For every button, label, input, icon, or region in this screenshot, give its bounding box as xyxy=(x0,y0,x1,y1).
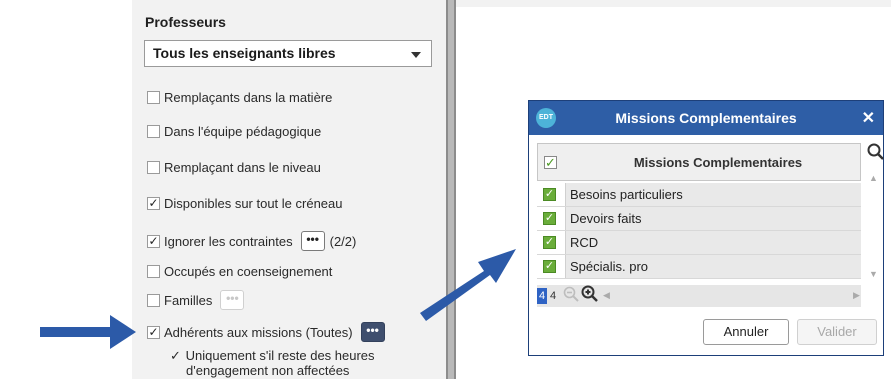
selected-count: 4 xyxy=(537,288,547,304)
option-label: Remplaçant dans le niveau xyxy=(164,159,321,175)
row-label: RCD xyxy=(565,231,861,254)
option-label: Disponibles sur tout le créneau xyxy=(164,195,343,211)
close-icon[interactable]: ✕ xyxy=(862,108,875,128)
cancel-button[interactable]: Annuler xyxy=(703,319,789,345)
option-label: Remplaçants dans la matière xyxy=(164,89,333,105)
option-disponibles-creneau[interactable]: ✓ Disponibles sur tout le créneau xyxy=(147,193,343,213)
row-checkbox[interactable]: ✓ xyxy=(543,236,556,249)
grid-header: ✓ Missions Complementaires xyxy=(537,143,861,181)
table-row[interactable]: ✓ Besoins particuliers xyxy=(537,183,861,207)
dialog-title: Missions Complementaires xyxy=(615,110,797,126)
scroll-right-icon[interactable]: ▶ xyxy=(853,290,860,301)
table-row[interactable]: ✓ Devoirs faits xyxy=(537,207,861,231)
option-remplacants-matiere[interactable]: Remplaçants dans la matière xyxy=(147,87,332,107)
option-heures-non-affectees[interactable]: ✓ Uniquement s'il reste des heures d'eng… xyxy=(170,348,375,378)
option-adherents-missions[interactable]: ✓ Adhérents aux missions (Toutes) ••• xyxy=(147,322,385,342)
more-options-button-disabled: ••• xyxy=(220,290,245,310)
chevron-down-icon[interactable] xyxy=(411,52,421,58)
missions-more-button[interactable]: ••• xyxy=(360,322,385,342)
row-checkbox[interactable]: ✓ xyxy=(543,188,556,201)
pointer-arrow-left-icon xyxy=(40,315,136,349)
row-label: Devoirs faits xyxy=(565,207,861,230)
option-familles[interactable]: Familles ••• xyxy=(147,290,245,310)
checkbox-checked[interactable]: ✓ xyxy=(147,325,160,339)
search-icon[interactable] xyxy=(867,143,885,166)
row-checkbox[interactable]: ✓ xyxy=(543,260,556,273)
dialog-title-bar[interactable]: EDT Missions Complementaires ✕ xyxy=(529,101,883,135)
select-all-checkbox[interactable]: ✓ xyxy=(544,156,557,169)
checkbox[interactable] xyxy=(147,90,160,104)
grid-footer: 4 4 ◀ ▶ xyxy=(537,285,861,307)
checkbox[interactable] xyxy=(147,124,160,138)
option-label: Adhérents aux missions (Toutes) xyxy=(164,324,353,340)
option-equipe-pedagogique[interactable]: Dans l'équipe pédagogique xyxy=(147,121,321,141)
more-options-button[interactable]: ••• xyxy=(300,231,325,251)
column-header[interactable]: Missions Complementaires xyxy=(578,155,858,170)
option-occupes-coenseignement[interactable]: Occupés en coenseignement xyxy=(147,261,332,281)
checkbox[interactable] xyxy=(147,264,160,278)
option-remplacant-niveau[interactable]: Remplaçant dans le niveau xyxy=(147,157,321,177)
table-row[interactable]: ✓ Spécialis. pro xyxy=(537,255,861,279)
scroll-left-icon[interactable]: ◀ xyxy=(603,290,610,301)
teacher-filter-value: Tous les enseignants libres xyxy=(153,45,336,61)
zoom-in-icon[interactable] xyxy=(581,285,599,308)
top-band xyxy=(456,0,891,7)
pointer-arrow-diagonal-icon xyxy=(420,249,516,321)
sub-option-line2: d'engagement non affectées xyxy=(186,363,350,378)
section-title: Professeurs xyxy=(145,14,226,30)
row-label: Spécialis. pro xyxy=(565,255,861,278)
option-ignorer-contraintes[interactable]: ✓ Ignorer les contraintes ••• (2/2) xyxy=(147,231,356,251)
checkbox-checked[interactable]: ✓ xyxy=(147,196,160,210)
option-label: Dans l'équipe pédagogique xyxy=(164,123,322,139)
option-label: Occupés en coenseignement xyxy=(164,263,333,279)
constraints-count: (2/2) xyxy=(329,233,357,249)
missions-dialog: EDT Missions Complementaires ✕ ✓ Mission… xyxy=(528,100,884,356)
validate-button[interactable]: Valider xyxy=(797,319,877,345)
sub-option-line1: Uniquement s'il reste des heures xyxy=(185,348,375,363)
option-label: Ignorer les contraintes xyxy=(164,233,293,249)
scroll-down-icon[interactable]: ▼ xyxy=(869,269,878,279)
check-icon[interactable]: ✓ xyxy=(170,348,182,363)
vertical-scrollbar[interactable]: ▲ ▼ xyxy=(865,173,881,283)
option-label: Familles xyxy=(164,292,213,308)
total-count: 4 xyxy=(550,290,557,302)
checkbox[interactable] xyxy=(147,293,160,307)
checkbox-checked[interactable]: ✓ xyxy=(147,234,160,248)
scroll-up-icon[interactable]: ▲ xyxy=(869,173,878,183)
row-checkbox[interactable]: ✓ xyxy=(543,212,556,225)
row-label: Besoins particuliers xyxy=(565,183,861,206)
zoom-out-icon[interactable] xyxy=(563,286,579,305)
teacher-filter-select[interactable]: Tous les enseignants libres xyxy=(144,40,432,67)
table-row[interactable]: ✓ RCD xyxy=(537,231,861,255)
checkbox[interactable] xyxy=(147,160,160,174)
